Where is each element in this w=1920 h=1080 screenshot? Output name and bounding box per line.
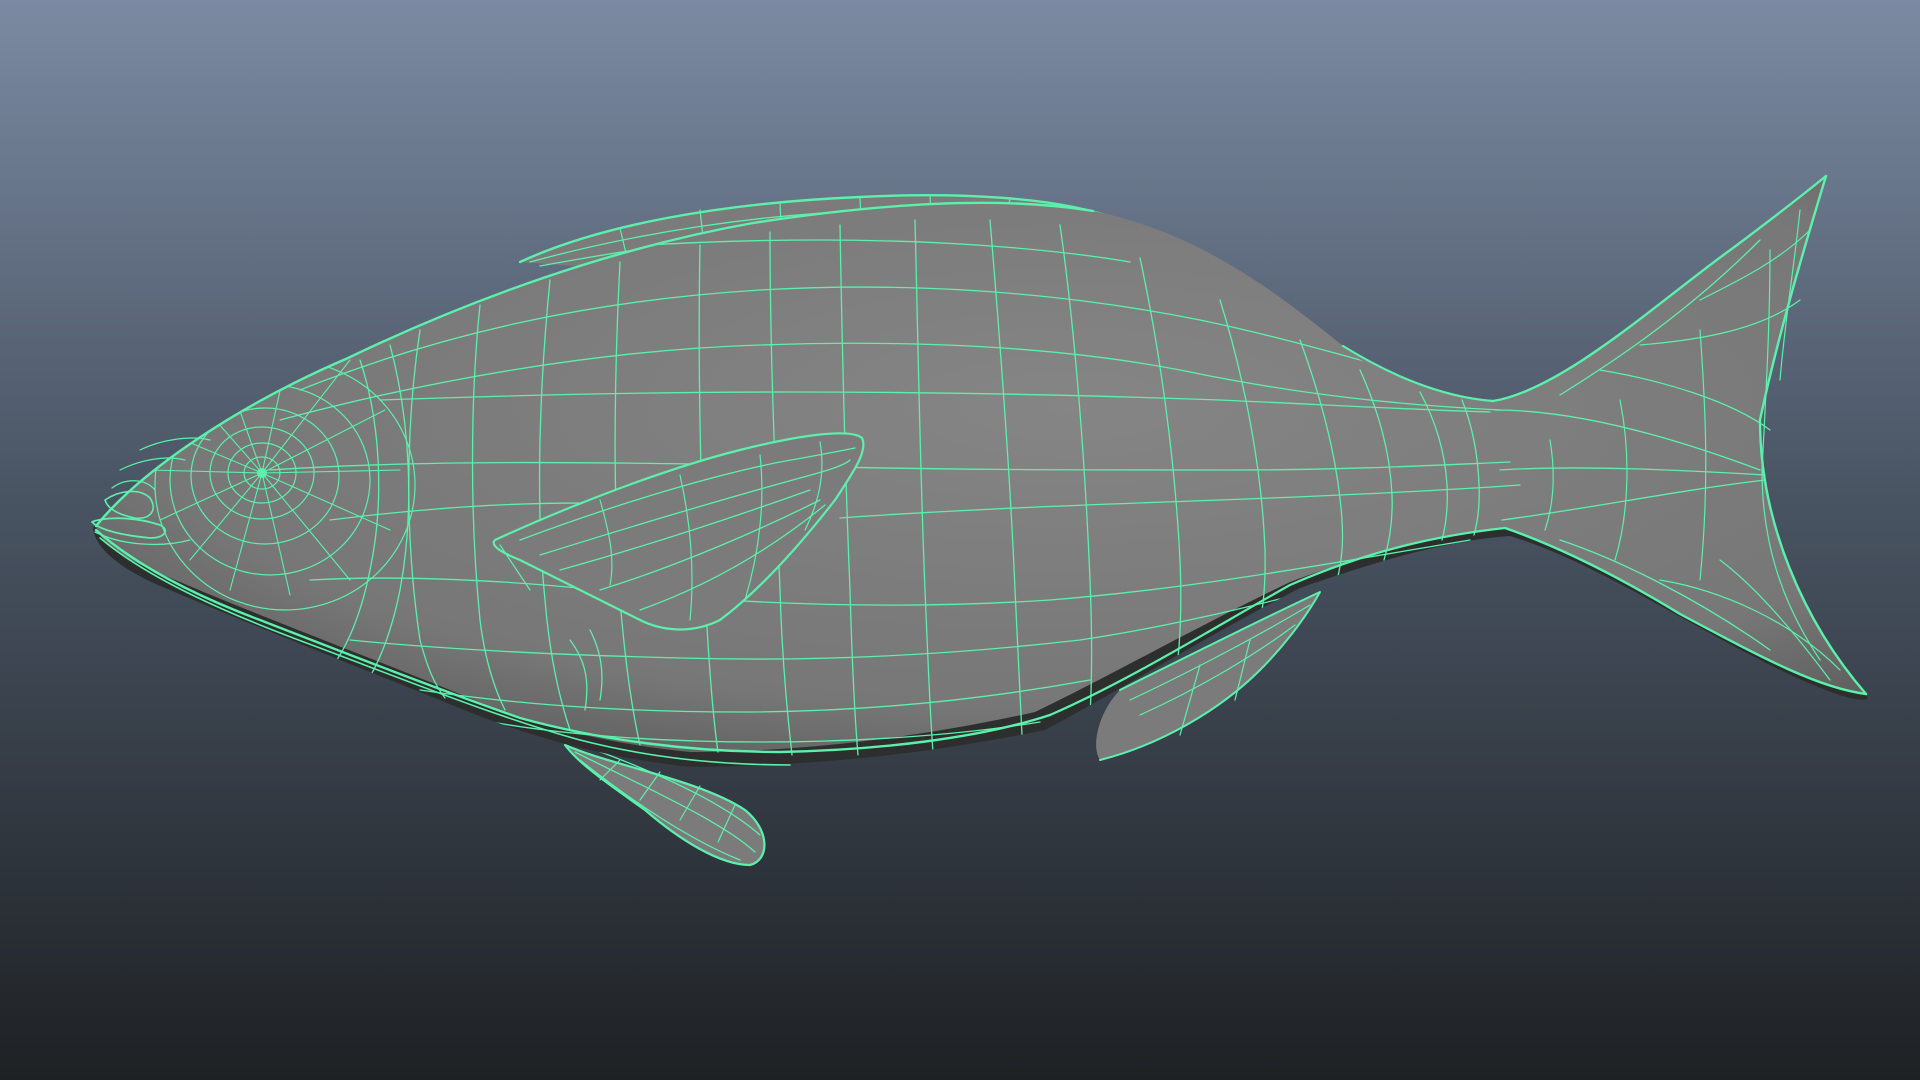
3d-viewport[interactable] — [0, 0, 1920, 1080]
viewport-canvas[interactable] — [0, 0, 1920, 1080]
